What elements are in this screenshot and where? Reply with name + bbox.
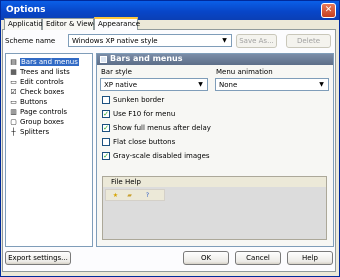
help-icon[interactable]: ? (144, 192, 151, 199)
gray-scale-images-label: Gray-scale disabled images (113, 152, 210, 160)
button-icon: ▭ (10, 97, 17, 106)
open-icon[interactable]: ★ (112, 192, 119, 199)
cancel-button[interactable]: Cancel (235, 251, 281, 265)
help-button[interactable]: Help (287, 251, 333, 265)
preview-menu-file[interactable]: File (111, 178, 123, 186)
chevron-down-icon: ▼ (198, 81, 203, 88)
sidebar-item-label: Group boxes (20, 118, 64, 126)
scheme-name-label: Scheme name (5, 37, 56, 45)
sunken-border-label: Sunken border (113, 96, 165, 104)
sidebar-item-page-controls[interactable]: ▥ Page controls (10, 107, 67, 117)
use-f10-checkbox[interactable]: ✓ (102, 110, 110, 118)
checkbox-icon: ☑ (10, 87, 17, 96)
sidebar-item-buttons[interactable]: ▭ Buttons (10, 97, 47, 107)
sidebar-item-splitters[interactable]: ┼ Splitters (10, 127, 49, 137)
sidebar-item-label: Trees and lists (20, 68, 70, 76)
tab-appearance[interactable]: Appearance (94, 17, 141, 30)
check-icon: ✓ (103, 152, 109, 160)
flat-close-buttons-checkbox[interactable] (102, 138, 110, 146)
show-full-menus-label: Show full menus after delay (113, 124, 211, 132)
flat-close-buttons-label: Flat close buttons (113, 138, 176, 146)
save-as-button[interactable]: Save As... (236, 34, 277, 48)
chevron-down-icon: ▼ (222, 37, 227, 44)
folder-icon[interactable]: ▰ (126, 192, 133, 199)
scheme-name-select[interactable]: Windows XP native style ▼ (68, 34, 232, 47)
check-icon: ✓ (103, 110, 109, 118)
tab-application[interactable]: Application (4, 18, 47, 30)
bar-style-select[interactable]: XP native ▼ (100, 78, 208, 91)
tab-label: Appearance (98, 20, 141, 28)
bar-style-value: XP native (104, 81, 138, 89)
preview-area: File Help ★ ▰ ? (102, 176, 327, 240)
tab-editor-viewers[interactable]: Editor & Viewers (42, 18, 104, 30)
menu-animation-value: None (219, 81, 238, 89)
splitter-icon: ┼ (11, 127, 16, 136)
ok-button[interactable]: OK (183, 251, 229, 265)
use-f10-label: Use F10 for menu (113, 110, 176, 118)
menu-icon: ▤ (10, 57, 17, 66)
sidebar-item-label: Buttons (20, 98, 48, 106)
show-full-menus-checkbox[interactable]: ✓ (102, 124, 110, 132)
menu-icon (100, 56, 107, 63)
preview-menubar: File Help (103, 177, 326, 187)
export-settings-button[interactable]: Export settings... (5, 251, 71, 265)
sidebar-item-label: Check boxes (20, 88, 65, 96)
sidebar-item-bars-and-menus[interactable]: ▤ Bars and menus (10, 57, 79, 67)
close-icon: ✕ (324, 5, 333, 15)
group-icon: ▢ (10, 117, 17, 126)
scheme-name-value: Windows XP native style (72, 37, 158, 45)
sunken-border-checkbox[interactable] (102, 96, 110, 104)
gray-scale-images-checkbox[interactable]: ✓ (102, 152, 110, 160)
section-header: Bars and menus (97, 54, 333, 65)
menu-animation-select[interactable]: None ▼ (215, 78, 329, 91)
sidebar-item-label: Edit controls (20, 78, 64, 86)
preview-toolbar: ★ ▰ ? (105, 189, 165, 201)
bar-style-label: Bar style (101, 68, 132, 76)
close-button[interactable]: ✕ (321, 3, 336, 18)
check-icon: ✓ (103, 124, 109, 132)
sidebar-item-label: Page controls (20, 108, 68, 116)
menu-animation-label: Menu animation (216, 68, 273, 76)
sidebar-item-label: Splitters (20, 128, 50, 136)
preview-menu-help[interactable]: Help (125, 178, 141, 186)
delete-button[interactable]: Delete (286, 34, 331, 48)
sidebar-item-group-boxes[interactable]: ▢ Group boxes (10, 117, 64, 127)
window-title: Options (6, 5, 46, 15)
sidebar-item-check-boxes[interactable]: ☑ Check boxes (10, 87, 64, 97)
sidebar-item-trees-and-lists[interactable]: ▦ Trees and lists (10, 67, 70, 77)
chevron-down-icon: ▼ (319, 81, 324, 88)
sidebar-item-edit-controls[interactable]: ▭ Edit controls (10, 77, 64, 87)
category-tree: ▤ Bars and menus ▦ Trees and lists ▭ Edi… (5, 53, 93, 247)
section-title: Bars and menus (110, 54, 183, 63)
sidebar-item-label: Bars and menus (20, 58, 79, 66)
page-icon: ▥ (10, 107, 17, 116)
edit-icon: ▭ (10, 77, 17, 86)
tree-icon: ▦ (10, 67, 17, 76)
